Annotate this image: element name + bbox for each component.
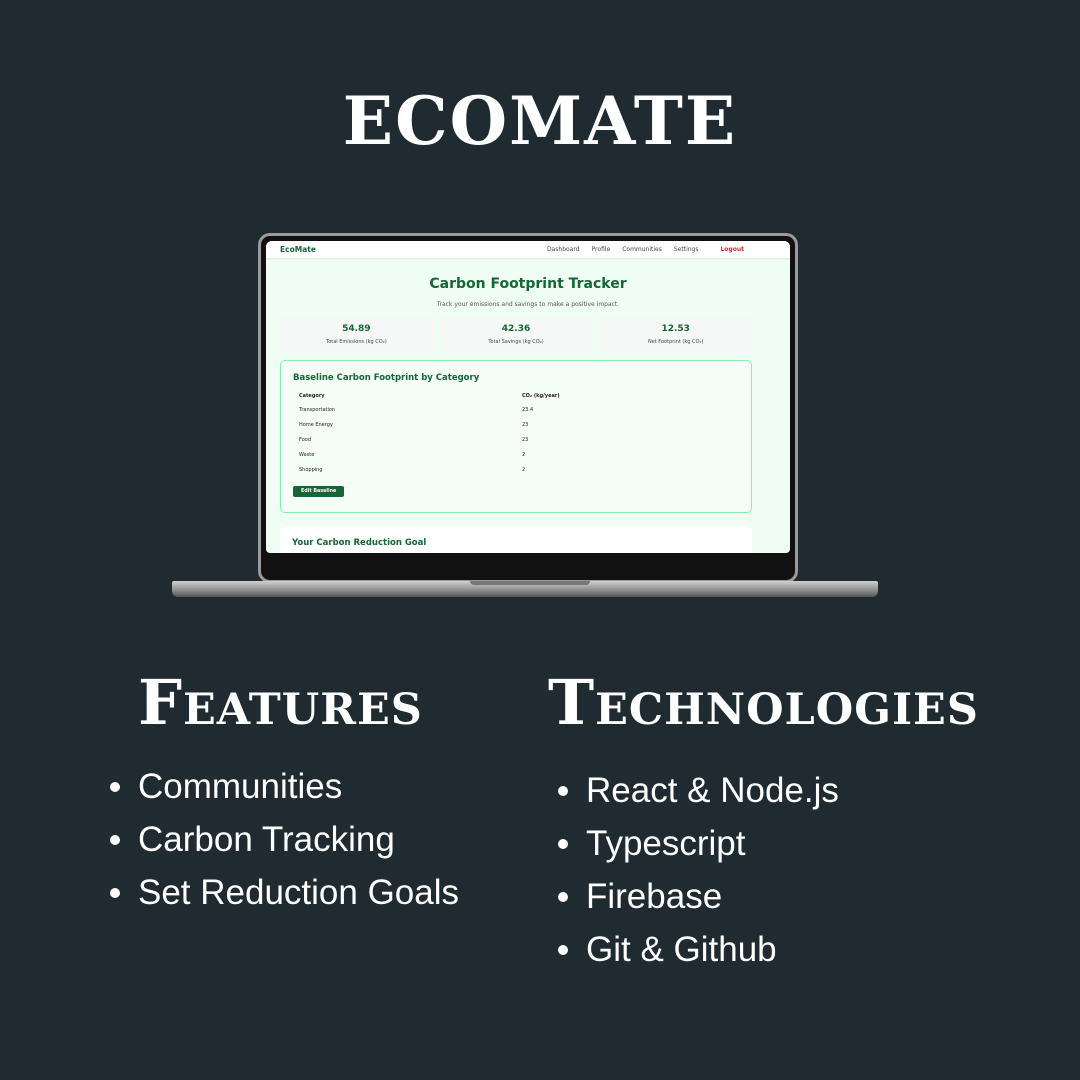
list-item: Carbon Tracking [110,813,459,866]
table-row: Waste 2 [293,447,739,462]
nav-settings[interactable]: Settings [674,246,699,253]
list-item: Typescript [558,817,839,870]
features-heading: Features [138,666,423,739]
list-item: Git & Github [558,923,839,976]
technologies-list: React & Node.js Typescript Firebase Git … [558,764,839,976]
edit-baseline-button[interactable]: Edit Baseline [293,486,345,497]
cell: Transportation [299,406,336,413]
app-heading: Carbon Footprint Tracker [429,276,627,292]
goal-card: Your Carbon Reduction Goal [280,526,752,553]
nav-profile[interactable]: Profile [592,246,611,253]
stat-card: 54.89 Total Emissions (kg CO₂) [280,317,433,353]
cell: Shopping [299,466,323,473]
stat-card: 12.53 Net Footprint (kg CO₂) [599,317,753,353]
cell: Waste [299,451,315,458]
laptop-notch [470,581,590,585]
cell: 2 [522,451,526,458]
nav-communities[interactable]: Communities [622,246,662,253]
baseline-title: Baseline Carbon Footprint by Category [293,373,480,383]
app-subtitle: Track your emissions and savings to make… [436,301,620,308]
stat-value: 12.53 [661,324,690,334]
cell: 23 [522,436,529,443]
list-item: Set Reduction Goals [110,866,459,919]
technologies-heading: Technologies [548,666,979,739]
table-row: Transportation 23.4 [293,402,739,417]
baseline-table: Category CO₂ (kg/year) Transportation 23.4… [293,393,739,477]
features-list: Communities Carbon Tracking Set Reductio… [110,760,459,919]
stat-label: Total Emissions (kg CO₂) [325,339,387,345]
goal-title: Your Carbon Reduction Goal [292,538,427,548]
brand-logo[interactable]: EcoMate [280,245,316,254]
col-co2: CO₂ (kg/year) [522,393,560,399]
table-row: Home Energy 23 [293,417,739,432]
cell: 23 [522,421,529,428]
list-item: Firebase [558,870,839,923]
cell: 2 [522,466,526,473]
navbar: EcoMate Dashboard Profile Communities Se… [266,241,790,258]
app-screenshot: EcoMate Dashboard Profile Communities Se… [266,241,790,553]
list-item: React & Node.js [558,764,839,817]
logout-button[interactable]: Logout [720,246,744,253]
page-title: ECOMATE [342,82,738,160]
col-category: Category [299,393,325,399]
table-row: Shopping 2 [293,462,739,477]
stat-label: Total Savings (kg CO₂) [488,339,544,345]
baseline-card: Baseline Carbon Footprint by Category Ca… [280,360,752,513]
cell: Food [299,436,311,443]
stat-value: 54.89 [342,324,371,334]
stat-card: 42.36 Total Savings (kg CO₂) [439,317,593,353]
stat-label: Net Footprint (kg CO₂) [647,339,704,345]
nav-dashboard[interactable]: Dashboard [547,246,580,253]
cell: 23.4 [522,406,534,413]
stat-value: 42.36 [501,324,531,334]
list-item: Communities [110,760,459,813]
cell: Home Energy [299,421,333,428]
table-row: Food 23 [293,432,739,447]
